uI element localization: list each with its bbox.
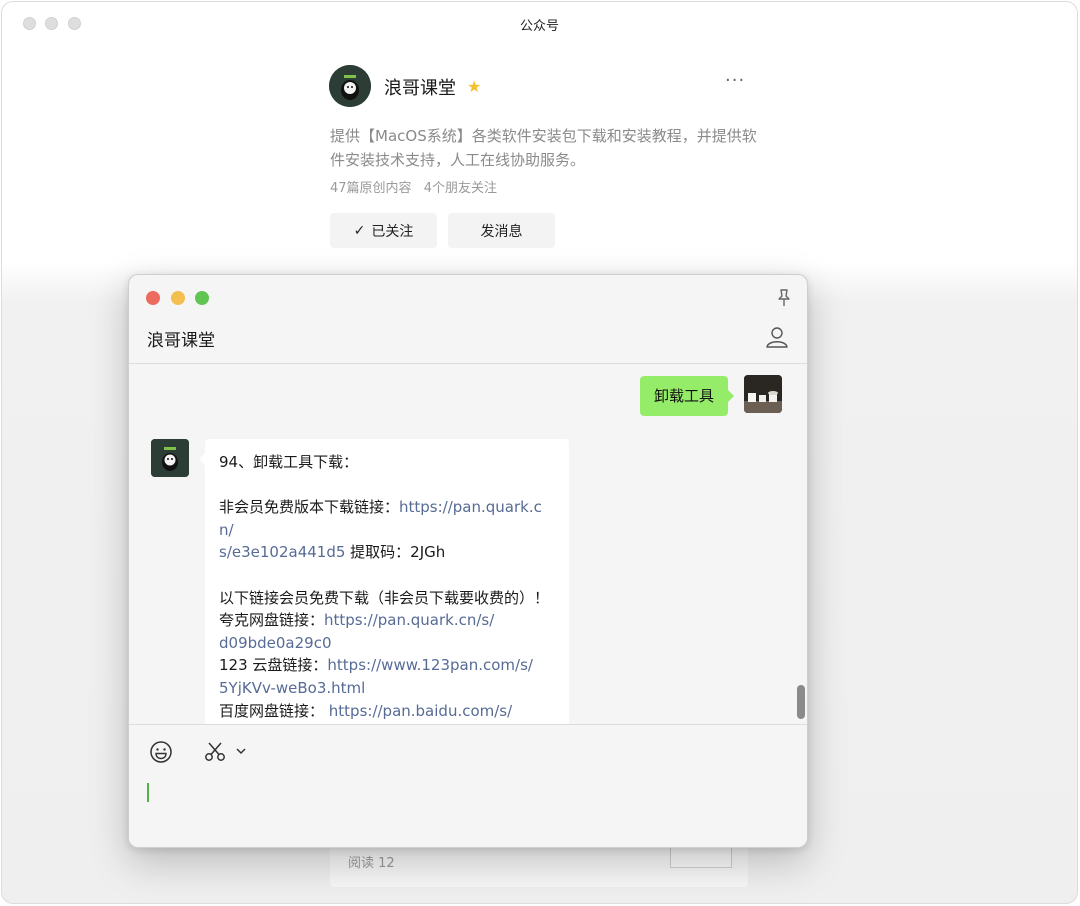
message-line: 94、卸载工具下载： bbox=[219, 451, 555, 474]
message-link[interactable]: 5YjKVv-weBo3.html bbox=[219, 679, 365, 697]
followed-button[interactable]: ✓ 已关注 bbox=[330, 213, 437, 248]
message-text: 以下链接会员免费下载（非会员下载要收费的）！ bbox=[219, 588, 550, 607]
message-text: 百度网盘链接： bbox=[219, 701, 329, 720]
friends-following-count[interactable]: 4个朋友关注 bbox=[424, 181, 497, 196]
message-line: d09bde0a29c0 bbox=[219, 632, 555, 655]
message-text: 非会员免费版本下载链接： bbox=[219, 498, 400, 517]
input-divider bbox=[129, 724, 807, 725]
sender-avatar[interactable] bbox=[151, 439, 189, 477]
contact-profile-icon[interactable] bbox=[765, 325, 789, 349]
send-message-button[interactable]: 发消息 bbox=[448, 213, 555, 248]
message-link[interactable]: https://www.123pan.com/s/ bbox=[327, 656, 533, 674]
message-line bbox=[219, 564, 555, 587]
message-input[interactable] bbox=[147, 780, 787, 832]
followed-label: 已关注 bbox=[371, 223, 414, 240]
account-avatar[interactable] bbox=[329, 65, 371, 107]
message-text: 94、卸载工具下载： bbox=[219, 453, 359, 471]
message-line: 以下链接会员免费下载（非会员下载要收费的）！ bbox=[219, 587, 555, 610]
close-chat-button[interactable] bbox=[146, 291, 160, 305]
emoji-icon[interactable] bbox=[149, 740, 173, 764]
message-text: 提取码：2JGh bbox=[345, 543, 446, 562]
my-avatar[interactable] bbox=[744, 375, 782, 413]
message-line: 夸克网盘链接：https://pan.quark.cn/s/ bbox=[219, 609, 555, 632]
account-name: 浪哥课堂 bbox=[384, 78, 456, 99]
star-icon[interactable]: ★ bbox=[467, 77, 481, 96]
message-line: 123 云盘链接：https://www.123pan.com/s/ bbox=[219, 654, 555, 677]
incoming-message-bubble[interactable]: 94、卸载工具下载： 非会员免费版本下载链接：https://pan.quark.… bbox=[199, 439, 569, 724]
message-line: s/e3e102a441d5 提取码：2JGh bbox=[219, 541, 555, 564]
outgoing-message-bubble[interactable]: 卸载工具 bbox=[640, 376, 735, 416]
message-line bbox=[219, 474, 555, 497]
message-list-scrollbar[interactable] bbox=[797, 685, 805, 719]
message-text: 夸克网盘链接： bbox=[219, 611, 325, 630]
chat-window: 浪哥课堂 卸载工具 94、卸载工具下载： 非会员免费版本下载链接：https:/… bbox=[128, 274, 808, 848]
message-line: 百度网盘链接： https://pan.baidu.com/s/ bbox=[219, 700, 555, 723]
send-message-label: 发消息 bbox=[480, 223, 523, 240]
message-link[interactable]: https://pan.quark.cn/s/ bbox=[324, 611, 494, 629]
account-stats: 47篇原创内容 4个朋友关注 bbox=[330, 177, 505, 196]
article-thumbnail bbox=[670, 846, 732, 868]
scissors-icon[interactable] bbox=[203, 741, 227, 763]
minimize-chat-button[interactable] bbox=[171, 291, 185, 305]
window-title: 公众号 bbox=[519, 19, 559, 34]
message-line: 5YjKVv-weBo3.html bbox=[219, 677, 555, 700]
account-description: 提供【MacOS系统】各类软件安装包下载和安装教程，并提供软件安装技术支持，人工… bbox=[330, 127, 757, 169]
message-text: 123 云盘链接： bbox=[219, 656, 328, 675]
checkmark-icon: ✓ bbox=[353, 222, 366, 239]
original-content-count[interactable]: 47篇原创内容 bbox=[330, 181, 412, 196]
text-caret bbox=[147, 783, 149, 802]
message-list[interactable]: 卸载工具 94、卸载工具下载：非会员免费版本下载链接：https://pan. bbox=[129, 364, 807, 724]
message-link[interactable]: d09bde0a29c0 bbox=[219, 634, 332, 652]
zoom-chat-button[interactable] bbox=[195, 291, 209, 305]
more-options-button[interactable]: ··· bbox=[725, 70, 745, 91]
chat-title: 浪哥课堂 bbox=[147, 331, 215, 351]
pin-icon[interactable] bbox=[775, 288, 793, 308]
message-link[interactable]: s/e3e102a441d5 bbox=[219, 543, 345, 561]
chevron-down-icon[interactable] bbox=[235, 745, 247, 757]
message-link[interactable]: https://pan.baidu.com/s/ bbox=[329, 702, 512, 720]
read-count: 阅读 12 bbox=[348, 856, 395, 871]
message-line: 非会员免费版本下载链接：https://pan.quark.cn/ bbox=[219, 496, 555, 541]
